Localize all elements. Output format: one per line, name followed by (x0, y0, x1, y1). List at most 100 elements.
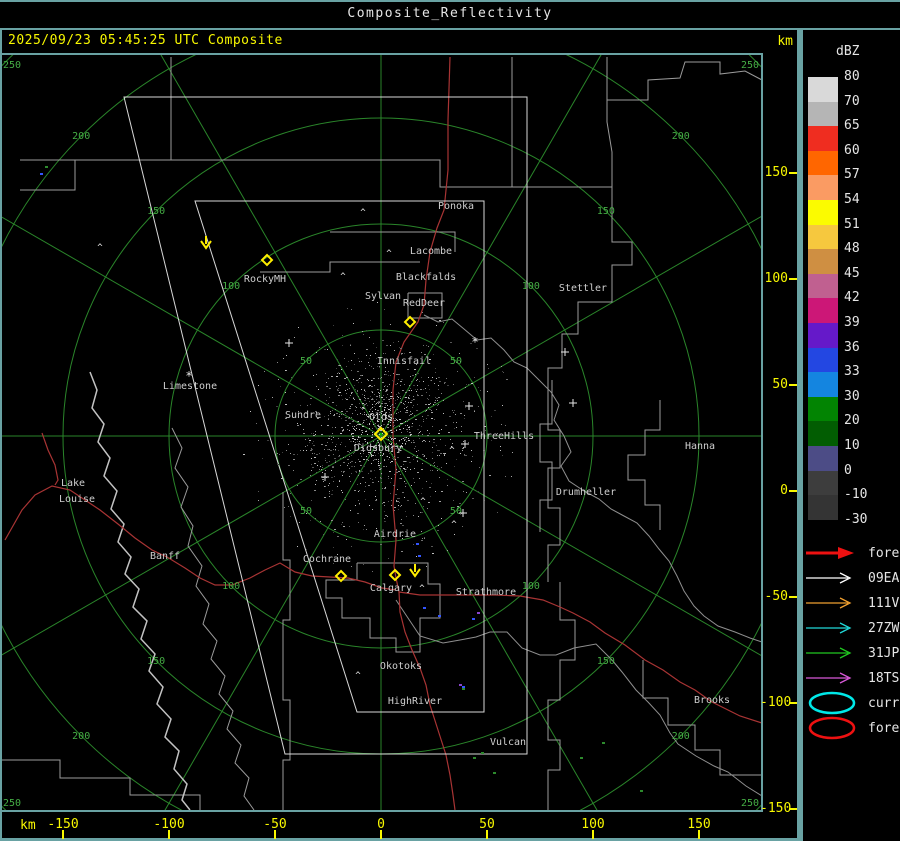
colorbar-value-label: -10 (844, 487, 868, 503)
legend-label: 27ZW (868, 620, 900, 636)
bottom-tick (168, 830, 170, 839)
ring-label: 200 (72, 131, 90, 142)
right-tick-label: -150 (760, 801, 792, 816)
27ZW-arrow-icon (806, 622, 852, 634)
highways (4, 56, 762, 811)
colorbar-value-label: 0 (844, 462, 852, 478)
colorbar-swatch (808, 200, 838, 225)
svg-text:^: ^ (97, 243, 103, 253)
map-border-bottom (0, 810, 763, 812)
city-label: Cochrane (303, 554, 351, 565)
right-tick-label: 150 (764, 165, 788, 180)
city-label: Blackfalds (396, 272, 456, 283)
colorbar-value-label: 30 (844, 388, 860, 404)
bottom-tick (62, 830, 64, 839)
colorbar-swatch (808, 323, 838, 348)
colorbar-swatch (808, 273, 838, 299)
current-ellipse-icon (808, 691, 856, 715)
bottom-tick (486, 830, 488, 839)
right-tick-label: 50 (772, 377, 788, 392)
legend-item-current: current (804, 691, 900, 715)
18TS-arrow-icon (806, 672, 852, 684)
city-label: Olds (369, 412, 393, 423)
svg-text:^: ^ (386, 249, 392, 259)
right-tick-label: 100 (764, 271, 788, 286)
timestamp-label: 2025/09/23 05:45:25 UTC Composite (8, 33, 283, 48)
city-label: HighRiver (388, 696, 442, 707)
right-tick (789, 808, 797, 810)
ring-label: 200 (72, 731, 90, 742)
right-axis-unit: km (777, 34, 793, 49)
svg-text:^: ^ (355, 671, 361, 681)
right-tick (789, 702, 797, 704)
colorbar-swatch (808, 126, 838, 151)
city-label: Strathmore (456, 587, 516, 598)
ring-label: 50 (300, 506, 312, 517)
city-label: Louise (59, 494, 95, 505)
colorbar-value-label: 57 (844, 167, 860, 183)
colorbar-swatch (808, 470, 838, 496)
right-tick (789, 490, 797, 492)
city-label: Limestone (163, 381, 217, 392)
city-label: Sundre (285, 410, 321, 421)
colorbar-swatch (808, 347, 838, 373)
legend-item-27ZW: 27ZW (804, 616, 899, 640)
colorbar-title: dBZ (836, 44, 860, 59)
ring-label: 250 (741, 798, 759, 809)
right-tick (789, 172, 797, 174)
bottom-axis-unit: km (20, 818, 36, 833)
city-label: Okotoks (380, 661, 422, 672)
colorbar-swatch (808, 101, 838, 127)
colorbar-value-label: 48 (844, 241, 860, 257)
colorbar-swatch (808, 175, 838, 200)
legend-item-111V: 111V (804, 591, 899, 615)
colorbar-swatch (808, 446, 838, 471)
city-label: RedDeer (403, 298, 445, 309)
right-tick-label: -100 (760, 695, 792, 710)
city-label: Drumheller (556, 487, 616, 498)
app-window: Composite_Reflectivity 2025/09/23 05:45:… (0, 0, 900, 841)
legend-item-31JP: 31JP (804, 641, 899, 665)
colorbar-swatch (808, 224, 838, 250)
legend-item-forecast: forecast (804, 541, 900, 565)
city-label: Hanna (685, 441, 715, 452)
right-tick-label: 0 (780, 483, 788, 498)
colorbar-value-label: 60 (844, 142, 860, 158)
colorbar-value-label: -30 (844, 511, 868, 527)
svg-text:^: ^ (449, 446, 455, 456)
title-bar: Composite_Reflectivity (0, 0, 900, 26)
colorbar-value-label: 80 (844, 69, 860, 84)
city-label: RockyMH (244, 274, 286, 285)
bottom-tick (592, 830, 594, 839)
colorbar-swatch (808, 77, 838, 102)
bottom-tick (380, 830, 382, 839)
radar-map[interactable]: 50 50 50 50 100 100 100 100 150 150 150 150 200 200 20… (0, 55, 762, 812)
colorbar-value-label: 54 (844, 192, 860, 207)
colorbar-value-label: 51 (844, 216, 860, 232)
legend-label: forecast (868, 720, 900, 736)
legend-item-09EA: 09EA (804, 566, 899, 590)
legend-label: 111V (868, 595, 900, 611)
colorbar-swatch (808, 249, 838, 274)
svg-text:^: ^ (420, 497, 426, 507)
svg-text:^: ^ (360, 208, 366, 218)
city-label: Brooks (694, 695, 730, 706)
weak-echoes (40, 166, 643, 792)
svg-text:^: ^ (451, 520, 457, 530)
colorbar-swatch (808, 495, 838, 520)
colorbar-value-label: 39 (844, 315, 860, 330)
right-tick (789, 278, 797, 280)
city-label: Sylvan (365, 291, 401, 302)
rivers (395, 314, 762, 797)
window-title: Composite_Reflectivity (347, 5, 553, 21)
legend-item-forecast: forecast (804, 716, 900, 740)
colorbar-swatch (808, 421, 838, 446)
ring-label: 200 (672, 731, 690, 742)
ring-label: 50 (450, 356, 462, 367)
ring-label: 250 (3, 60, 21, 71)
colorbar-value-label: 10 (844, 438, 860, 453)
ring-label: 150 (147, 656, 165, 667)
colorbar-value-label: 45 (844, 265, 860, 281)
right-tick (789, 596, 797, 598)
city-label: Lake (61, 478, 85, 489)
